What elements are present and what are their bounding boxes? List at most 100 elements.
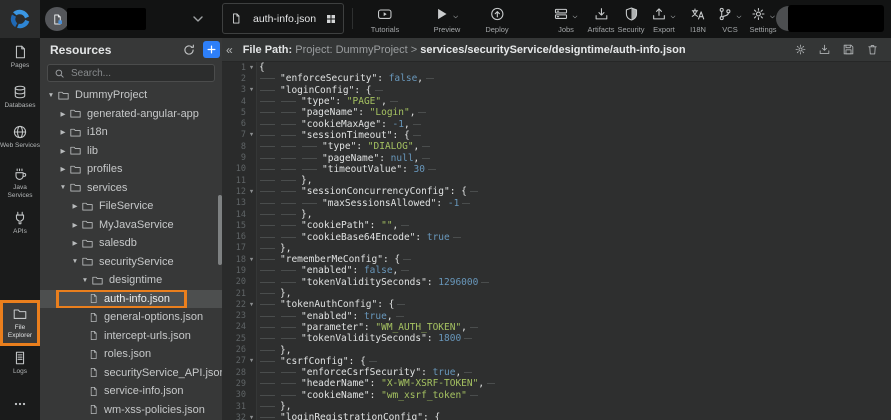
tree-item-auth-info-json[interactable]: auth-info.json (40, 290, 222, 309)
chevron-down-icon[interactable] (190, 11, 206, 27)
code-line[interactable]: 11}, (222, 175, 891, 186)
caret-collapsed-icon[interactable]: ▶ (58, 128, 68, 136)
project-icon[interactable] (45, 7, 69, 31)
layout-grid-button[interactable] (319, 13, 343, 25)
code-line[interactable]: 26}, (222, 344, 891, 355)
caret-collapsed-icon[interactable]: ▶ (70, 221, 80, 229)
tree-item-roles-json[interactable]: roles.json (40, 345, 222, 364)
code-line[interactable]: 16"cookieBase64Encode": true (222, 231, 891, 242)
tree-item-i18n[interactable]: ▶i18n (40, 123, 222, 142)
fold-toggle[interactable]: ▼ (246, 132, 257, 138)
sidebar-item-more[interactable] (0, 396, 40, 412)
code-line[interactable]: 19"enabled": false, (222, 265, 891, 276)
save-button[interactable] (842, 43, 855, 56)
sidebar-item-databases[interactable]: Databases (0, 84, 40, 110)
code-line[interactable]: 12▼"sessionConcurrencyConfig": { (222, 186, 891, 197)
code-editor[interactable]: 1▼{2"enforceSecurity": false,3▼"loginCon… (222, 62, 891, 420)
tree-item-generated-angular-app[interactable]: ▶generated-angular-app (40, 105, 222, 124)
code-line[interactable]: 15"cookiePath": "", (222, 220, 891, 231)
code-line[interactable]: 10"timeoutValue": 30 (222, 164, 891, 175)
caret-collapsed-icon[interactable]: ▶ (70, 239, 80, 247)
fold-toggle[interactable]: ▼ (246, 257, 257, 263)
topbar-tutorials-button[interactable]: Tutorials (371, 5, 399, 34)
tree-item-myjavaservice[interactable]: ▶MyJavaService (40, 216, 222, 235)
topbar-jobs-button[interactable]: Jobs (553, 5, 579, 34)
fold-toggle[interactable]: ▼ (246, 415, 257, 420)
download-button[interactable] (818, 43, 831, 56)
delete-button[interactable] (866, 43, 879, 56)
caret-expanded-icon[interactable]: ▼ (80, 277, 90, 284)
topbar-deploy-button[interactable]: Deploy (485, 5, 508, 34)
code-line[interactable]: 20"tokenValiditySeconds": 1296000 (222, 277, 891, 288)
sidebar-item-web-services[interactable]: Web Services (0, 124, 40, 150)
topbar-export-button[interactable]: Export (651, 5, 677, 34)
code-line[interactable]: 21}, (222, 288, 891, 299)
code-line[interactable]: 3▼"loginConfig": { (222, 85, 891, 96)
code-line[interactable]: 18▼"rememberMeConfig": { (222, 254, 891, 265)
topbar-security-button[interactable]: Security (617, 5, 644, 34)
code-line[interactable]: 28"enforceCsrfSecurity": true, (222, 367, 891, 378)
sidebar-item-file-explorer[interactable]: File Explorer (0, 300, 40, 346)
add-resource-button[interactable] (203, 41, 220, 58)
code-line[interactable]: 27▼"csrfConfig": { (222, 356, 891, 367)
tree-item-service-info-json[interactable]: service-info.json (40, 382, 222, 401)
code-line[interactable]: 32▼"loginRegistrationConfig": { (222, 412, 891, 420)
fold-toggle[interactable]: ▼ (246, 87, 257, 93)
tree-item-fileservice[interactable]: ▶FileService (40, 197, 222, 216)
caret-collapsed-icon[interactable]: ▶ (70, 202, 80, 210)
code-line[interactable]: 2"enforceSecurity": false, (222, 73, 891, 84)
tree-item-general-options-json[interactable]: general-options.json (40, 308, 222, 327)
caret-expanded-icon[interactable]: ▼ (46, 92, 56, 99)
caret-collapsed-icon[interactable]: ▶ (58, 147, 68, 155)
code-line[interactable]: 5"pageName": "Login", (222, 107, 891, 118)
tree-item-dummyproject[interactable]: ▼DummyProject (40, 86, 222, 105)
settings-button[interactable] (794, 43, 807, 56)
tree-item-intercept-urls-json[interactable]: intercept-urls.json (40, 327, 222, 346)
open-file-tab[interactable]: auth-info.json (222, 3, 344, 34)
topbar-artifacts-button[interactable]: Artifacts (587, 5, 614, 34)
sidebar-item-logs[interactable]: Logs (0, 350, 40, 376)
fold-toggle[interactable]: ▼ (246, 302, 257, 308)
code-line[interactable]: 9"pageName": null, (222, 152, 891, 163)
sidebar-item-apis[interactable]: APIs (0, 210, 40, 236)
app-logo[interactable] (0, 0, 40, 38)
sidebar-item-java-services[interactable]: Java Services (0, 166, 40, 199)
topbar-vcs-button[interactable]: VCS (717, 5, 743, 34)
code-line[interactable]: 1▼{ (222, 62, 891, 73)
tree-item-lib[interactable]: ▶lib (40, 142, 222, 161)
code-line[interactable]: 29"headerName": "X-WM-XSRF-TOKEN", (222, 378, 891, 389)
fold-toggle[interactable]: ▼ (246, 358, 257, 364)
code-line[interactable]: 17}, (222, 243, 891, 254)
tree-item-securityservice[interactable]: ▼securityService (40, 253, 222, 272)
topbar-preview-button[interactable]: Preview (434, 5, 461, 34)
tree-item-wm-xss-policies-json[interactable]: wm-xss-policies.json (40, 401, 222, 420)
code-line[interactable]: 8"type": "DIALOG", (222, 141, 891, 152)
code-line[interactable]: 30"cookieName": "wm_xsrf_token" (222, 390, 891, 401)
caret-expanded-icon[interactable]: ▼ (70, 258, 80, 265)
fold-toggle[interactable]: ▼ (246, 65, 257, 71)
sidebar-item-pages[interactable]: Pages (0, 44, 40, 70)
topbar-settings-button[interactable]: Settings (749, 5, 776, 34)
topbar-i18n-button[interactable]: I18N (690, 5, 706, 34)
code-line[interactable]: 7▼"sessionTimeout": { (222, 130, 891, 141)
code-line[interactable]: 23"enabled": true, (222, 311, 891, 322)
tree-item-salesdb[interactable]: ▶salesdb (40, 234, 222, 253)
caret-collapsed-icon[interactable]: ▶ (58, 110, 68, 118)
tree-item-profiles[interactable]: ▶profiles (40, 160, 222, 179)
tree-item-securityservice-api-json[interactable]: securityService_API.json (40, 364, 222, 383)
code-line[interactable]: 4"type": "PAGE", (222, 96, 891, 107)
refresh-button[interactable] (182, 43, 196, 57)
caret-collapsed-icon[interactable]: ▶ (58, 165, 68, 173)
code-line[interactable]: 22▼"tokenAuthConfig": { (222, 299, 891, 310)
code-line[interactable]: 25"tokenValiditySeconds": 1800 (222, 333, 891, 344)
tree-item-designtime[interactable]: ▼designtime (40, 271, 222, 290)
code-line[interactable]: 6"cookieMaxAge": -1, (222, 118, 891, 129)
fold-toggle[interactable]: ▼ (246, 189, 257, 195)
collapse-panel-button[interactable]: « (226, 44, 233, 56)
caret-expanded-icon[interactable]: ▼ (58, 184, 68, 191)
tree-item-services[interactable]: ▼services (40, 179, 222, 198)
code-line[interactable]: 13"maxSessionsAllowed": -1 (222, 198, 891, 209)
search-input[interactable] (69, 67, 208, 80)
code-line[interactable]: 24"parameter": "WM_AUTH_TOKEN", (222, 322, 891, 333)
code-line[interactable]: 14}, (222, 209, 891, 220)
